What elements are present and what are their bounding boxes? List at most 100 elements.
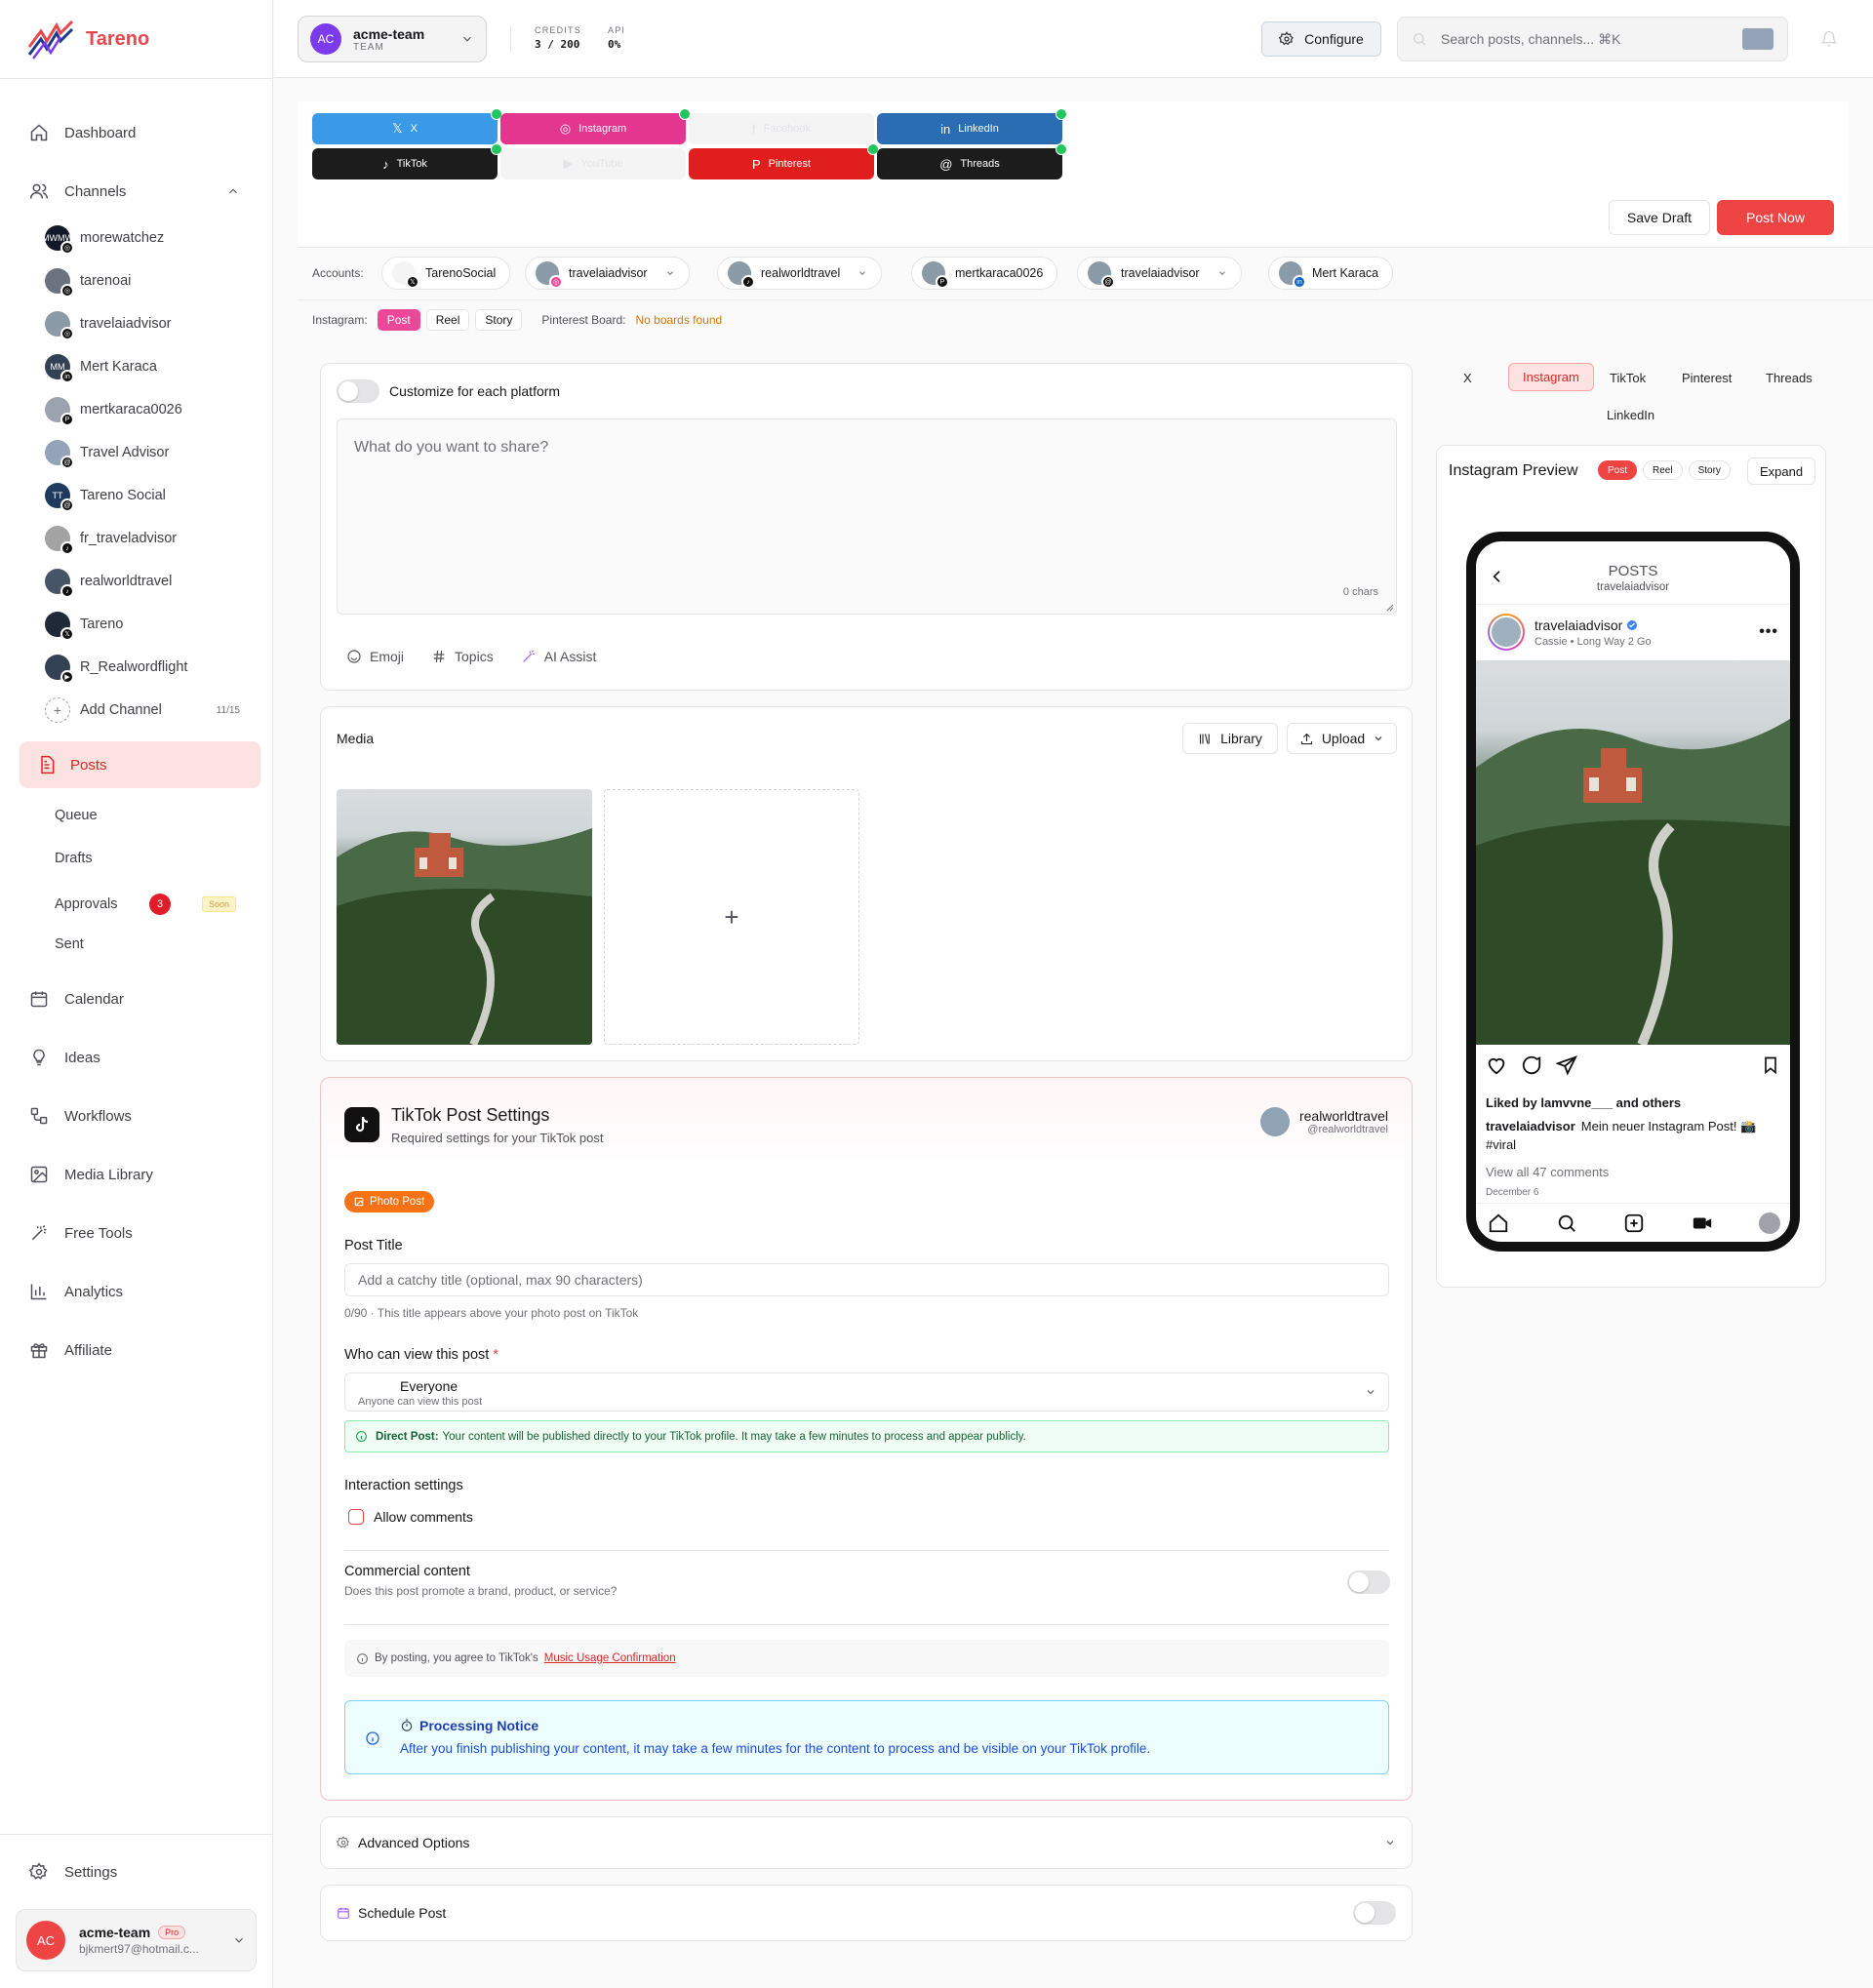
channel-item[interactable]: TT @ Tareno Social (45, 481, 166, 512)
info-icon (357, 1652, 368, 1664)
threads-icon: @ (939, 156, 953, 172)
account-chip[interactable]: Pmertkaraca0026 (911, 257, 1058, 290)
expand-button[interactable]: Expand (1747, 457, 1815, 485)
channel-item[interactable]: Pmertkaraca0026 (45, 395, 182, 426)
channel-item[interactable]: ◎ tarenoai (45, 266, 131, 298)
configure-button[interactable]: Configure (1261, 21, 1381, 57)
search-icon[interactable] (1556, 1213, 1577, 1234)
nav-workflows[interactable]: Workflows (29, 1104, 132, 1128)
channel-item[interactable]: @ Travel Advisor (45, 438, 169, 469)
nav-drafts[interactable]: Drafts (55, 851, 93, 866)
channel-item[interactable]: 𝕏 Tareno (45, 610, 123, 641)
channel-item[interactable]: ♪ realworldtravel (45, 567, 172, 598)
add-post-icon[interactable] (1623, 1213, 1645, 1234)
heart-icon[interactable] (1486, 1054, 1507, 1076)
preview-tab-pinterest[interactable]: Pinterest (1682, 371, 1732, 385)
nav-analytics[interactable]: Analytics (29, 1280, 123, 1303)
share-icon[interactable] (1556, 1054, 1577, 1076)
upload-button[interactable]: Upload (1287, 723, 1397, 754)
commercial-toggle[interactable] (1347, 1571, 1390, 1594)
add-channel[interactable]: + Add Channel 11/15 (45, 696, 240, 725)
preview-reel-tab[interactable]: Reel (1643, 460, 1683, 480)
platform-tiktok-button[interactable]: ♪ TikTok (312, 143, 502, 179)
configure-label: Configure (1304, 31, 1364, 47)
ai-assist-button[interactable]: AI Assist (521, 649, 596, 664)
platform-pinterest-button[interactable]: P Pinterest (689, 143, 879, 179)
user-card[interactable]: AC acme-team Pro bjkmert97@hotmail.c... (16, 1909, 257, 1971)
account-chip[interactable]: in Mert Karaca (1268, 257, 1394, 290)
platform-x-button[interactable]: 𝕏X (312, 108, 502, 144)
nav-approvals[interactable]: Approvals 3 Soon (55, 894, 237, 915)
pinterest-icon: P (936, 275, 949, 289)
profile-icon[interactable] (1759, 1213, 1780, 1234)
nav-sent[interactable]: Sent (55, 936, 84, 952)
visibility-select[interactable]: Everyone Anyone can view this post (344, 1372, 1389, 1411)
music-usage-link[interactable]: Music Usage Confirmation (544, 1652, 676, 1664)
platform-facebook-button[interactable]: f Facebook (689, 113, 874, 144)
nav-posts[interactable]: Posts (20, 741, 260, 788)
media-thumbnail[interactable] (337, 789, 592, 1045)
library-button[interactable]: Library (1182, 723, 1278, 754)
home-icon[interactable] (1488, 1213, 1509, 1234)
platform-instagram-button[interactable]: ◎ Instagram (500, 108, 691, 144)
type-reel-button[interactable]: Reel (425, 309, 470, 331)
advanced-options-row[interactable]: Advanced Options (320, 1816, 1413, 1869)
post-textarea[interactable]: What do you want to share? 0 chars (337, 418, 1397, 615)
allow-comments-checkbox[interactable] (348, 1509, 364, 1525)
channel-item[interactable]: MWMW ◎ morewatchez (42, 223, 164, 255)
preview-tab-linkedin[interactable]: LinkedIn (1607, 408, 1654, 422)
nav-dashboard[interactable]: Dashboard (29, 121, 136, 144)
add-media-slot[interactable]: + (604, 789, 859, 1045)
platform-youtube-button[interactable]: ▶ YouTube (500, 148, 686, 179)
preview-tab-x[interactable]: X (1463, 371, 1472, 385)
account-chip[interactable]: ♪ realworldtravel (717, 257, 883, 290)
emoji-button[interactable]: Emoji (346, 649, 404, 664)
type-story-button[interactable]: Story (475, 309, 523, 331)
channel-item[interactable]: MM in Mert Karaca (45, 352, 157, 383)
nav-queue[interactable]: Queue (55, 808, 98, 823)
nav-calendar[interactable]: Calendar (29, 987, 124, 1011)
nav-ideas[interactable]: Ideas (29, 1046, 100, 1069)
channel-item[interactable]: ◎ travelaiadvisor (45, 309, 172, 340)
preview-story-tab[interactable]: Story (1688, 460, 1731, 480)
nav-channels[interactable]: Channels (29, 179, 240, 203)
bell-icon[interactable] (1820, 30, 1838, 48)
topics-button[interactable]: Topics (431, 649, 494, 664)
customize-toggle[interactable] (337, 379, 379, 403)
type-post-button[interactable]: Post (377, 309, 420, 331)
channel-item[interactable]: ♪ fr_traveladvisor (45, 524, 177, 555)
post-title-input[interactable]: Add a catchy title (optional, max 90 cha… (344, 1263, 1389, 1296)
bookmark-icon[interactable] (1761, 1055, 1780, 1075)
resize-handle-icon[interactable] (1386, 604, 1394, 612)
ig-view-comments[interactable]: View all 47 comments (1486, 1165, 1609, 1179)
save-draft-button[interactable]: Save Draft (1609, 200, 1710, 235)
account-name: realworldtravel (761, 266, 841, 280)
post-now-button[interactable]: Post Now (1717, 200, 1834, 235)
nav-settings[interactable]: Settings (29, 1860, 117, 1884)
more-options-icon[interactable]: ••• (1759, 623, 1778, 641)
nav-affiliate[interactable]: Affiliate (29, 1338, 112, 1362)
platform-threads-button[interactable]: @ Threads (877, 143, 1067, 179)
team-selector[interactable]: AC acme-team TEAM (298, 16, 487, 62)
channel-item[interactable]: ▶ R_Realwordflight (45, 653, 187, 684)
video-icon[interactable] (1692, 1213, 1713, 1234)
search-input[interactable]: Search posts, channels... ⌘K (1397, 17, 1788, 61)
preview-tab-tiktok[interactable]: TikTok (1610, 371, 1646, 385)
tiktok-icon: ♪ (382, 156, 389, 172)
nav-free-tools[interactable]: Free Tools (29, 1221, 133, 1245)
schedule-toggle[interactable] (1353, 1901, 1396, 1925)
app-logo[interactable]: Tareno (27, 18, 149, 60)
ig-bottom-nav (1488, 1213, 1780, 1234)
preview-post-tab[interactable]: Post (1598, 460, 1638, 480)
account-chip[interactable]: 𝕏 TarenoSocial (381, 257, 511, 290)
account-chip[interactable]: @ travelaiadvisor (1077, 257, 1242, 290)
char-count: 0 chars (1342, 586, 1378, 598)
comment-icon[interactable] (1521, 1054, 1542, 1076)
youtube-icon: ▶ (60, 670, 74, 684)
platform-linkedin-button[interactable]: in LinkedIn (877, 108, 1067, 144)
preview-tab-instagram[interactable]: Instagram (1508, 363, 1594, 391)
divider (298, 247, 1873, 248)
preview-tab-threads[interactable]: Threads (1766, 371, 1813, 385)
nav-media-library[interactable]: Media Library (29, 1163, 153, 1186)
account-chip[interactable]: ◎ travelaiadvisor (525, 257, 690, 290)
